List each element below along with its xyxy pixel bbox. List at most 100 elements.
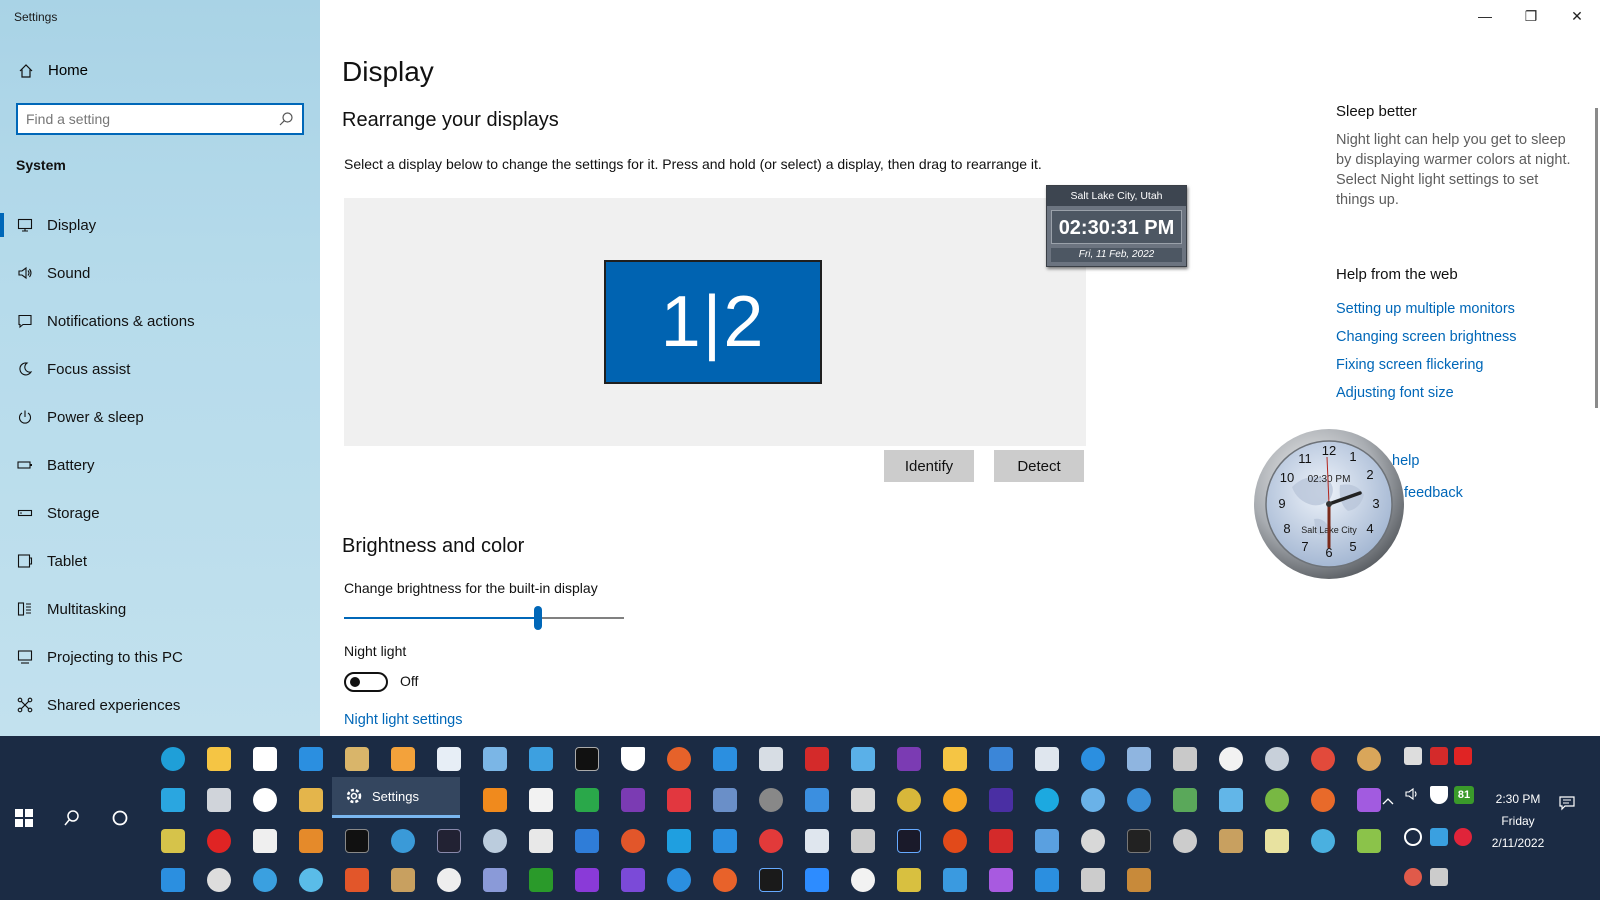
epic-games-icon[interactable] <box>1116 820 1162 861</box>
give-feedback-link[interactable]: feedback <box>1404 485 1463 501</box>
search-icon[interactable] <box>278 111 294 127</box>
dvd-icon[interactable] <box>196 859 242 900</box>
mail-icon[interactable] <box>702 820 748 861</box>
network-icon[interactable] <box>794 779 840 820</box>
download-icon[interactable] <box>656 859 702 900</box>
grid-app-icon[interactable] <box>518 820 564 861</box>
store-icon[interactable] <box>242 738 288 779</box>
sidebar-item-storage[interactable]: Storage <box>0 489 320 537</box>
character-icon[interactable] <box>1208 820 1254 861</box>
restore-button[interactable]: ❐ <box>1508 0 1554 32</box>
sidebar-item-tablet[interactable]: Tablet <box>0 537 320 585</box>
network-tray-icon[interactable] <box>1430 828 1448 846</box>
display-arrangement-area[interactable]: 1|2 <box>344 198 1086 446</box>
display-tile[interactable]: 1|2 <box>604 260 822 384</box>
sidebar-item-multitasking[interactable]: Multitasking <box>0 585 320 633</box>
flame-purple-icon[interactable] <box>564 859 610 900</box>
sidebar-item-display[interactable]: Display <box>0 201 320 249</box>
sidebar-item-focus-assist[interactable]: Focus assist <box>0 345 320 393</box>
location-icon[interactable] <box>610 820 656 861</box>
digital-clock-widget[interactable]: Salt Lake City, Utah 02:30:31 PM Fri, 11… <box>1046 185 1187 267</box>
ea-icon[interactable] <box>748 820 794 861</box>
close-button[interactable]: ✕ <box>1554 0 1600 32</box>
flower-icon[interactable] <box>288 859 334 900</box>
home-link[interactable]: Home <box>18 62 88 79</box>
onenote-icon[interactable] <box>886 738 932 779</box>
tv-icon[interactable] <box>1116 859 1162 900</box>
orange-circle-icon[interactable] <box>702 859 748 900</box>
night-light-settings-link[interactable]: Night light settings <box>344 712 462 728</box>
record-tray-icon[interactable] <box>1404 828 1422 846</box>
tools-icon[interactable] <box>288 779 334 820</box>
airplane-tray-icon[interactable] <box>1430 868 1448 886</box>
xbox-icon[interactable] <box>1254 779 1300 820</box>
weather-icon[interactable] <box>932 779 978 820</box>
sidebar-item-battery[interactable]: Battery <box>0 441 320 489</box>
file-explorer-icon[interactable] <box>196 738 242 779</box>
printer-icon[interactable] <box>1162 738 1208 779</box>
tools-cross-icon[interactable] <box>1070 859 1116 900</box>
twitch-icon[interactable] <box>610 859 656 900</box>
security-tray-icon[interactable] <box>1430 747 1448 765</box>
calendar-21-icon[interactable] <box>242 820 288 861</box>
night-light-toggle[interactable] <box>344 672 388 692</box>
pen-icon[interactable] <box>288 820 334 861</box>
books-icon[interactable] <box>518 779 564 820</box>
search-button[interactable] <box>52 798 92 838</box>
sidebar-item-power-sleep[interactable]: Power & sleep <box>0 393 320 441</box>
media-player-icon[interactable] <box>380 738 426 779</box>
play-store-icon[interactable] <box>748 859 794 900</box>
check-app-icon[interactable] <box>656 820 702 861</box>
record-icon[interactable] <box>748 779 794 820</box>
mt-app-icon[interactable] <box>564 820 610 861</box>
link-screen-flickering[interactable]: Fixing screen flickering <box>1336 357 1483 373</box>
taskbar-clock-date[interactable]: 2/11/2022 <box>1478 836 1558 850</box>
brightness-slider[interactable] <box>344 606 624 630</box>
play-green-icon[interactable] <box>518 859 564 900</box>
drop-icon[interactable] <box>1024 859 1070 900</box>
player-icon[interactable] <box>886 820 932 861</box>
action-center-icon[interactable] <box>1558 794 1576 812</box>
vlc-icon[interactable] <box>472 779 518 820</box>
sidebar-item-notifications[interactable]: Notifications & actions <box>0 297 320 345</box>
device-manager-icon[interactable] <box>1116 738 1162 779</box>
vivaldi-icon[interactable] <box>656 779 702 820</box>
film-reel-icon[interactable] <box>426 859 472 900</box>
tower-icon[interactable] <box>196 779 242 820</box>
badge-count[interactable]: 81 <box>1454 786 1474 804</box>
sidebar-item-projecting[interactable]: Projecting to this PC <box>0 633 320 681</box>
media-plus-icon[interactable] <box>886 859 932 900</box>
ie-icon[interactable] <box>150 779 196 820</box>
reel-icon[interactable] <box>1070 820 1116 861</box>
link-screen-brightness[interactable]: Changing screen brightness <box>1336 329 1517 345</box>
video-editor-icon[interactable] <box>978 738 1024 779</box>
board-icon[interactable] <box>1162 779 1208 820</box>
defender-tray-icon[interactable] <box>1430 786 1448 804</box>
workbench-icon[interactable] <box>380 859 426 900</box>
arrow-app-icon[interactable] <box>932 859 978 900</box>
search-input[interactable] <box>18 105 278 133</box>
flash-icon[interactable] <box>794 738 840 779</box>
music-icon[interactable] <box>656 738 702 779</box>
amazon-music-icon[interactable] <box>978 779 1024 820</box>
analog-clock-widget[interactable]: 12 1 2 3 4 5 6 7 8 9 10 11 02:30 PM Salt… <box>1252 427 1406 581</box>
slides-icon[interactable] <box>334 859 380 900</box>
chevron-up-icon[interactable] <box>1380 794 1396 810</box>
link-multiple-monitors[interactable]: Setting up multiple monitors <box>1336 301 1515 317</box>
volume-icon[interactable] <box>1404 786 1420 802</box>
help-icon[interactable] <box>1070 738 1116 779</box>
play-circle-icon[interactable] <box>840 859 886 900</box>
taskbar-clock-time[interactable]: 2:30 PM <box>1478 792 1558 806</box>
scrollbar[interactable] <box>1595 108 1598 408</box>
app-tray-icon[interactable] <box>1454 828 1472 846</box>
steam-icon[interactable] <box>242 779 288 820</box>
slider-thumb[interactable] <box>534 606 542 630</box>
acrobat-icon[interactable] <box>978 820 1024 861</box>
laptop-icon[interactable] <box>472 738 518 779</box>
identify-button[interactable]: Identify <box>884 450 974 482</box>
settings-gear-icon[interactable] <box>1254 738 1300 779</box>
remote-icon[interactable] <box>840 738 886 779</box>
sidebar-item-shared-experiences[interactable]: Shared experiences <box>0 681 320 729</box>
disk-icon[interactable] <box>380 820 426 861</box>
people-icon[interactable] <box>288 738 334 779</box>
